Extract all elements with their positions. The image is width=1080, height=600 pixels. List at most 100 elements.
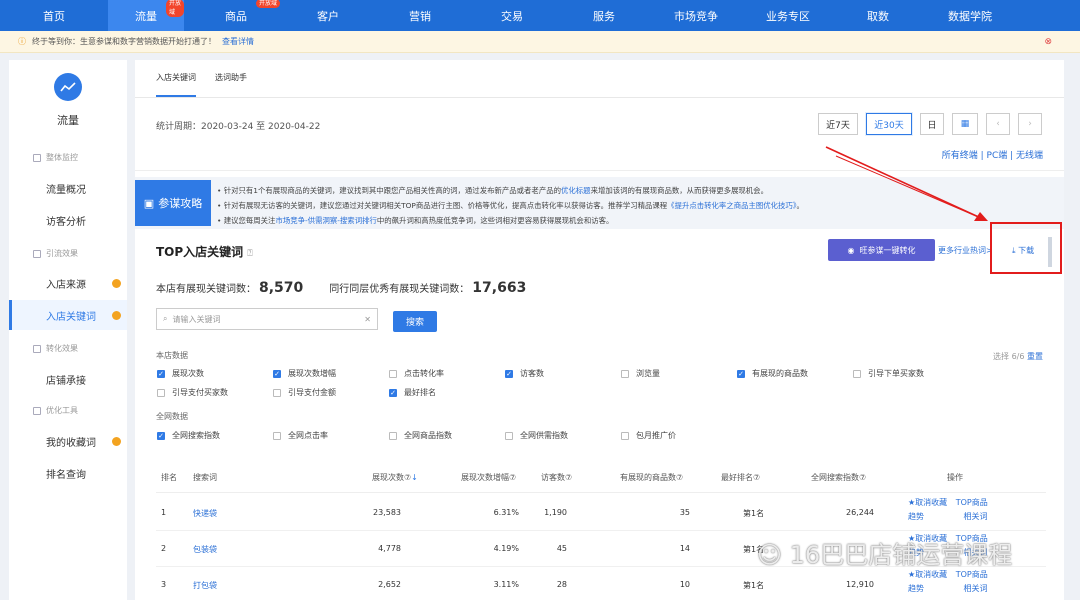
checkbox-monthly-promo-price[interactable]: 包月推广价 — [621, 430, 676, 441]
peer-keyword-value: 17,663 — [472, 280, 527, 296]
checkbox-net-product-index[interactable]: 全网商品指数 — [389, 430, 452, 441]
nav-item-service[interactable]: 服务 — [552, 0, 656, 31]
trend-link[interactable]: 趋势 — [908, 584, 924, 593]
header-impression-growth[interactable]: 展现次数增幅⑦ — [461, 472, 516, 483]
nav-item-market[interactable]: 市场竞争 — [656, 0, 736, 31]
checkbox-box — [273, 431, 281, 440]
header-visitors[interactable]: 访客数⑦ — [541, 472, 572, 483]
sidebar-item-rank-query[interactable]: 排名查询 — [9, 458, 127, 488]
header-actions: 操作 — [947, 473, 963, 482]
tab-keyword-assistant[interactable]: 选词助手 — [215, 72, 247, 95]
group-icon — [33, 249, 41, 258]
checkbox-products-shown[interactable]: ✓ 有展现的商品数 — [737, 368, 808, 379]
nav-item-products[interactable]: 商品 开放域 — [184, 0, 288, 31]
checkbox-label: 展现次数增幅 — [288, 369, 336, 378]
last-30-days-button[interactable]: 近30天 — [866, 113, 912, 135]
wechat-icon: ☺ — [757, 541, 790, 569]
header-best-rank[interactable]: 最好排名⑦ — [721, 472, 760, 483]
checkbox-net-ctr[interactable]: 全网点击率 — [273, 430, 328, 441]
nav-item-customers[interactable]: 客户 — [288, 0, 368, 31]
sidebar-item-store-landing[interactable]: 店铺承接 — [9, 364, 127, 394]
device-filter[interactable]: 所有终端 | PC端 | 无线端 — [942, 148, 1043, 161]
prev-arrow-icon[interactable]: ‹ — [986, 113, 1010, 135]
checkbox-pay-amount[interactable]: 引导支付金额 — [273, 387, 336, 398]
checkbox-net-search-index[interactable]: ✓ 全网搜索指数 — [157, 430, 220, 441]
checkbox-impression-growth[interactable]: ✓ 展现次数增幅 — [273, 368, 336, 379]
notice-detail-link[interactable]: 查看详情 — [222, 36, 254, 47]
sidebar-item-visitor-analysis[interactable]: 访客分析 — [9, 205, 127, 235]
trend-link[interactable]: 趋势 — [908, 512, 924, 521]
nav-item-academy[interactable]: 数据学院 — [916, 0, 1024, 31]
reset-link[interactable]: 重置 — [1027, 352, 1043, 361]
related-words-link[interactable]: 相关词 — [964, 584, 988, 593]
help-icon[interactable]: ⍰ — [247, 249, 252, 259]
top-products-link[interactable]: TOP商品 — [956, 498, 988, 507]
check-icon: ✓ — [505, 369, 513, 378]
sidebar-group-conversion: 转化效果 — [33, 343, 78, 354]
row-best-rank: 第1名 — [743, 509, 765, 518]
next-arrow-icon[interactable]: › — [1018, 113, 1042, 135]
sidebar-item-label: 流量概况 — [46, 184, 86, 196]
last-7-days-button[interactable]: 近7天 — [818, 113, 858, 135]
check-icon: ✓ — [157, 431, 165, 440]
clear-icon[interactable]: ✕ — [364, 315, 371, 324]
nav-item-traffic[interactable]: 流量 开放域 — [108, 0, 184, 31]
checkbox-box — [389, 369, 397, 378]
checkbox-pageviews[interactable]: 浏览量 — [621, 368, 660, 379]
sidebar-item-traffic-overview[interactable]: 流量概况 — [9, 173, 127, 203]
sidebar-group-optimization: 优化工具 — [33, 405, 78, 416]
checkbox-box — [389, 431, 397, 440]
nav-item-business-zone[interactable]: 业务专区 — [736, 0, 840, 31]
related-words-link[interactable]: 相关词 — [964, 512, 988, 521]
checkbox-label: 引导支付金额 — [288, 388, 336, 397]
top-products-link[interactable]: TOP商品 — [956, 570, 988, 579]
sort-desc-icon[interactable]: ↓ — [411, 473, 418, 482]
row-growth: 3.11% — [493, 580, 519, 589]
checkbox-impressions[interactable]: ✓ 展现次数 — [157, 368, 204, 379]
row-search-index: 26,244 — [846, 508, 874, 517]
header-products-shown[interactable]: 有展现的商品数⑦ — [620, 472, 683, 483]
header-impressions[interactable]: 展现次数⑦↓ — [372, 472, 418, 483]
tip-link[interactable]: 《提升点击转化率之商品主图优化技巧》 — [667, 201, 796, 210]
unfavorite-link[interactable]: ★取消收藏 — [908, 570, 947, 579]
checkbox-net-supply-index[interactable]: 全网供需指数 — [505, 430, 568, 441]
checkbox-click-conversion[interactable]: 点击转化率 — [389, 368, 444, 379]
nav-label: 流量 — [135, 9, 157, 23]
close-circle-icon[interactable]: ⊗ — [1044, 37, 1052, 47]
checkbox-box — [273, 388, 281, 397]
day-button[interactable]: 日 — [920, 113, 944, 135]
checkbox-best-rank[interactable]: ✓ 最好排名 — [389, 387, 436, 398]
row-rank: 2 — [161, 544, 167, 553]
checkbox-label: 有展现的商品数 — [752, 369, 808, 378]
tip-link[interactable]: 市场竞争-供需洞察-搜索词排行 — [275, 216, 376, 225]
sidebar-item-store-sources[interactable]: 入店来源 — [9, 268, 127, 298]
more-industry-keywords-link[interactable]: 更多行业热词> — [938, 245, 993, 256]
row-keyword[interactable]: 打包袋 — [193, 580, 217, 591]
sidebar-item-favorite-words[interactable]: 我的收藏词 — [9, 426, 127, 456]
keyword-search-input[interactable]: ⌕ 请输入关键词 ✕ — [156, 308, 378, 330]
nav-item-data-fetch[interactable]: 取数 — [840, 0, 916, 31]
checkbox-order-buyers[interactable]: 引导下单买家数 — [853, 368, 924, 379]
sidebar-item-store-keywords[interactable]: 入店关键词 — [9, 300, 127, 330]
nav-item-trade[interactable]: 交易 — [472, 0, 552, 31]
tab-store-keywords[interactable]: 入店关键词 — [156, 72, 196, 97]
checkbox-visitors[interactable]: ✓ 访客数 — [505, 368, 544, 379]
search-button[interactable]: 搜索 — [393, 311, 437, 332]
checkbox-box — [621, 369, 629, 378]
row-keyword[interactable]: 快递袋 — [193, 508, 217, 519]
nav-item-marketing[interactable]: 营销 — [368, 0, 472, 31]
sidebar-item-label: 入店关键词 — [46, 311, 96, 323]
nav-item-home[interactable]: 首页 — [0, 0, 108, 31]
checkbox-label: 全网搜索指数 — [172, 431, 220, 440]
tip-line: • 建议您每周关注市场竞争-供需洞察-搜索词排行中的飙升词和高热度低竞争词，这些… — [217, 215, 613, 226]
header-search-index[interactable]: 全网搜索指数⑦ — [811, 472, 866, 483]
row-visitors: 1,190 — [544, 508, 567, 517]
tip-link[interactable]: 优化标题 — [561, 186, 591, 195]
unfavorite-link[interactable]: ★取消收藏 — [908, 498, 947, 507]
calendar-icon[interactable]: ▦ — [952, 113, 978, 135]
row-keyword[interactable]: 包装袋 — [193, 544, 217, 555]
checkbox-pay-buyers[interactable]: 引导支付买家数 — [157, 387, 228, 398]
row-visitors: 45 — [556, 544, 567, 553]
one-click-convert-button[interactable]: ◉ 旺参谋一键转化 — [828, 239, 935, 261]
checkbox-box — [505, 431, 513, 440]
